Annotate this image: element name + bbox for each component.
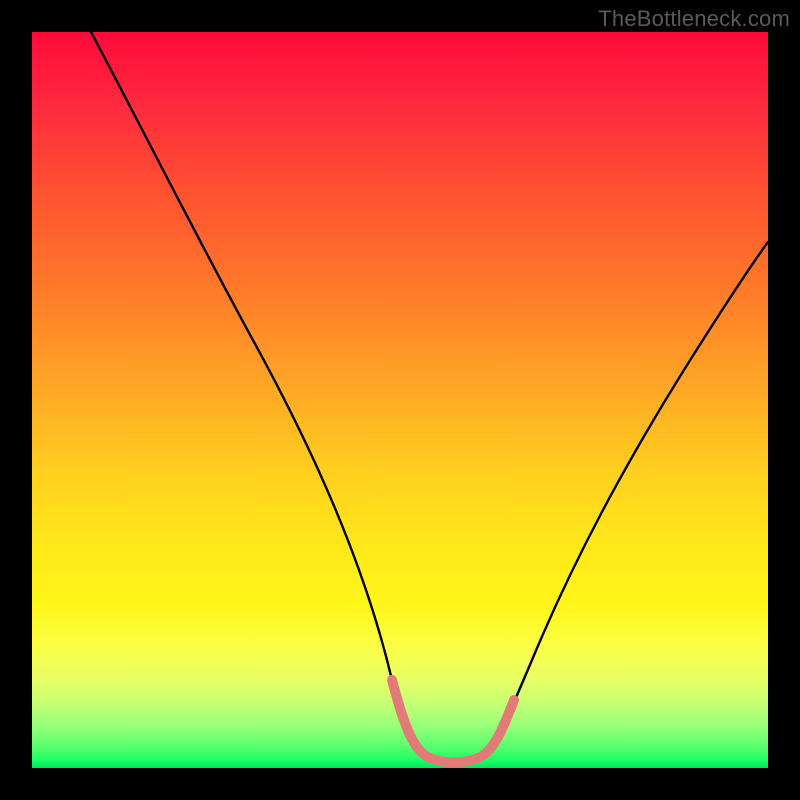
watermark-text: TheBottleneck.com bbox=[598, 6, 790, 32]
chart-svg bbox=[32, 32, 768, 768]
plot-area bbox=[32, 32, 768, 768]
chart-frame: TheBottleneck.com bbox=[0, 0, 800, 800]
flat-highlight-path bbox=[392, 680, 514, 763]
main-curve-path bbox=[91, 32, 768, 763]
